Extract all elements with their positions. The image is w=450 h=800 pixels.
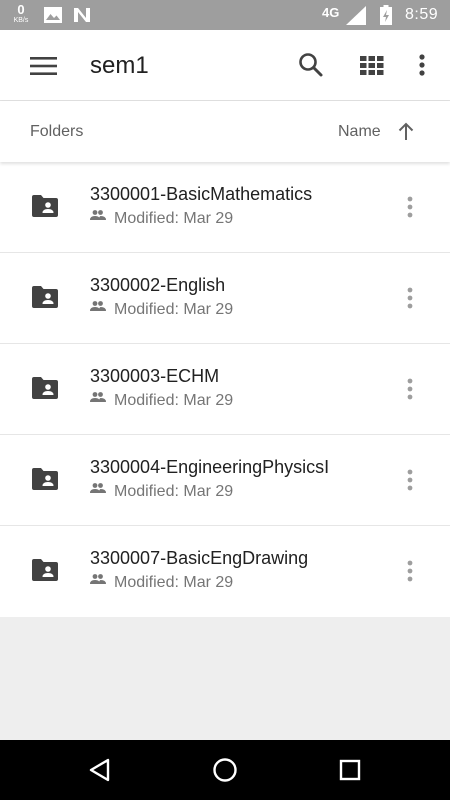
search-icon[interactable] [296,50,326,80]
modified-date: Modified: Mar 29 [114,210,234,227]
people-icon [90,481,106,499]
folder-modified: Modified: Mar 29 [90,301,233,319]
grid-view-icon[interactable] [357,50,387,80]
people-icon [90,299,106,317]
page-title: sem1 [90,52,149,79]
recents-icon[interactable] [334,754,366,786]
more-vert-icon[interactable] [398,557,422,585]
list-item[interactable]: 3300004-EngineeringPhysicsI Modified: Ma… [0,435,450,526]
back-icon[interactable] [84,754,116,786]
list-item[interactable]: 3300002-English Modified: Mar 29 [0,253,450,344]
more-vert-icon[interactable] [398,466,422,494]
navigation-bar [0,740,450,800]
sort-bar: Folders Name [0,101,450,162]
more-vert-icon[interactable] [398,375,422,403]
list-item[interactable]: 3300001-BasicMathematics Modified: Mar 2… [0,162,450,253]
arrow-upward-icon [396,122,416,147]
shared-folder-icon [32,468,58,495]
clock: 8:59 [405,6,439,23]
folder-name: 3300001-BasicMathematics [90,184,313,204]
section-label: Folders [30,123,84,140]
folder-list: 3300001-BasicMathematics Modified: Mar 2… [0,162,450,617]
modified-date: Modified: Mar 29 [114,392,234,409]
more-vert-icon[interactable] [398,193,422,221]
people-icon [90,572,106,590]
list-item[interactable]: 3300003-ECHM Modified: Mar 29 [0,344,450,435]
more-vert-icon[interactable] [398,284,422,312]
folder-modified: Modified: Mar 29 [90,574,233,592]
list-item[interactable]: 3300007-BasicEngDrawing Modified: Mar 29 [0,526,450,617]
folder-name: 3300007-BasicEngDrawing [90,548,309,568]
data-rate-indicator: 0 KB/s [10,3,32,24]
shared-folder-icon [32,195,58,222]
folder-name: 3300002-English [90,275,226,295]
shared-folder-icon [32,286,58,313]
modified-date: Modified: Mar 29 [114,483,234,500]
battery-charging-icon [380,5,392,30]
home-icon[interactable] [209,754,241,786]
folder-modified: Modified: Mar 29 [90,210,233,228]
sort-by-name-button[interactable]: Name [334,115,424,149]
network-type: 4G [322,5,340,20]
folder-name: 3300003-ECHM [90,366,220,386]
n-notification-icon [73,7,91,28]
people-icon [90,390,106,408]
folder-modified: Modified: Mar 29 [90,483,233,501]
people-icon [90,208,106,226]
folder-modified: Modified: Mar 29 [90,392,233,410]
modified-date: Modified: Mar 29 [114,301,234,318]
folder-name: 3300004-EngineeringPhysicsI [90,457,330,477]
shared-folder-icon [32,559,58,586]
status-bar: 0 KB/s 4G 8:59 [0,0,450,30]
modified-date: Modified: Mar 29 [114,574,234,591]
shared-folder-icon [32,377,58,404]
menu-icon[interactable] [28,52,60,80]
image-icon [44,7,62,28]
data-rate-unit: KB/s [13,17,29,24]
sort-label: Name [338,123,381,140]
more-vert-icon[interactable] [410,50,434,80]
signal-icon [346,6,366,30]
app-bar: sem1 [0,30,450,101]
data-rate-value: 0 [17,2,25,17]
